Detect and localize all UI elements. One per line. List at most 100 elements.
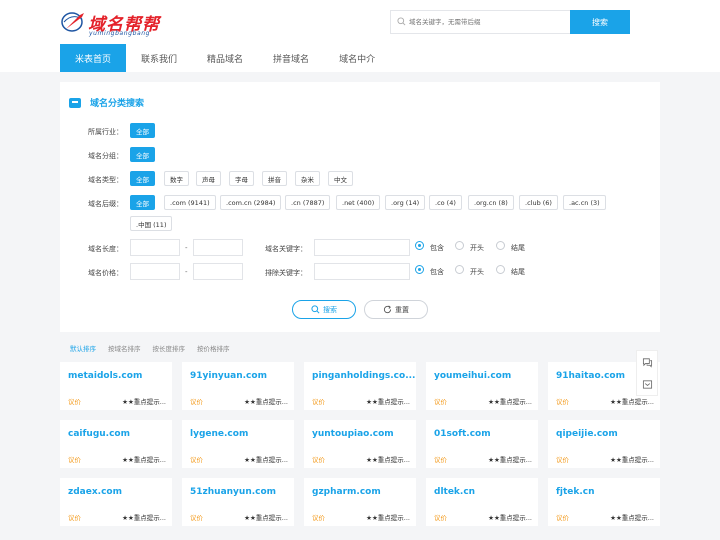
card-domain[interactable]: 01soft.com xyxy=(434,429,538,439)
radio-label: 包含 xyxy=(430,268,444,276)
sort-default[interactable]: 默认排序 xyxy=(70,343,96,353)
filter-reset-button[interactable]: 重置 xyxy=(364,300,428,319)
card-price: 议价 xyxy=(434,398,447,406)
card-note: ★★重点提示... xyxy=(122,456,166,464)
card-domain[interactable]: yuntoupiao.com xyxy=(312,429,416,439)
main-nav: 米表首页 联系我们 精品域名 拼音域名 域名中介 xyxy=(60,44,390,72)
card-price: 议价 xyxy=(556,456,569,464)
industry-all-chip[interactable]: 全部 xyxy=(130,123,155,138)
type-chip[interactable]: 字母 xyxy=(229,171,254,186)
suffix-chip[interactable]: 全部 xyxy=(130,195,155,210)
suffix-chip[interactable]: .co (4) xyxy=(429,195,462,210)
type-chip[interactable]: 声母 xyxy=(196,171,221,186)
search-input[interactable] xyxy=(409,12,567,32)
card-domain[interactable]: metaidols.com xyxy=(68,371,172,381)
chat-icon[interactable] xyxy=(642,357,653,368)
suffix-label: 域名后缀： xyxy=(88,200,123,208)
suffix-chip[interactable]: .net (400) xyxy=(336,195,381,210)
exclude-contains-radio[interactable] xyxy=(415,265,424,274)
search-button[interactable]: 搜索 xyxy=(570,10,630,34)
group-label: 域名分组： xyxy=(88,152,123,160)
search-icon xyxy=(397,17,406,26)
length-min-input[interactable] xyxy=(130,239,180,256)
card-domain[interactable]: dltek.cn xyxy=(434,487,538,497)
domain-card[interactable]: zdaex.com 议价 ★★重点提示... xyxy=(60,478,172,526)
card-price: 议价 xyxy=(312,456,325,464)
radio-label: 包含 xyxy=(430,244,444,252)
suffix-chip[interactable]: .com (9141) xyxy=(164,195,216,210)
suffix-chip[interactable]: .com.cn (2984) xyxy=(220,195,282,210)
domain-card[interactable]: metaidols.com 议价 ★★重点提示... xyxy=(60,362,172,410)
card-domain[interactable]: 51zhuanyun.com xyxy=(190,487,294,497)
card-note: ★★重点提示... xyxy=(244,514,288,522)
type-chip[interactable]: 数字 xyxy=(164,171,189,186)
sort-by-domain[interactable]: 按域名排序 xyxy=(108,343,141,353)
suffix-chip[interactable]: .org (14) xyxy=(385,195,426,210)
nav-item-contact[interactable]: 联系我们 xyxy=(126,44,192,72)
keyword-contains-radio[interactable] xyxy=(415,241,424,250)
exclude-ends-radio[interactable] xyxy=(496,265,505,274)
type-label: 域名类型： xyxy=(88,176,123,184)
domain-card[interactable]: 91yinyuan.com 议价 ★★重点提示... xyxy=(182,362,294,410)
domain-card[interactable]: yuntoupiao.com 议价 ★★重点提示... xyxy=(304,420,416,468)
domain-card[interactable]: qipeijie.com 议价 ★★重点提示... xyxy=(548,420,660,468)
type-chip[interactable]: 拼音 xyxy=(262,171,287,186)
logo-subtitle: yumingbangbang xyxy=(89,30,151,37)
length-max-input[interactable] xyxy=(193,239,243,256)
card-price: 议价 xyxy=(190,456,203,464)
suffix-chip[interactable]: .org.cn (8) xyxy=(468,195,514,210)
card-domain[interactable]: gzpharm.com xyxy=(312,487,416,497)
domain-card[interactable]: caifugu.com 议价 ★★重点提示... xyxy=(60,420,172,468)
price-max-input[interactable] xyxy=(193,263,243,280)
type-chip[interactable]: 全部 xyxy=(130,171,155,186)
sort-by-price[interactable]: 按价格排序 xyxy=(197,343,230,353)
exclude-starts-radio[interactable] xyxy=(455,265,464,274)
keyword-ends-radio[interactable] xyxy=(496,241,505,250)
nav-item-premium[interactable]: 精品域名 xyxy=(192,44,258,72)
group-all-chip[interactable]: 全部 xyxy=(130,147,155,162)
refresh-icon xyxy=(383,305,392,314)
price-min-input[interactable] xyxy=(130,263,180,280)
domain-card[interactable]: 01soft.com 议价 ★★重点提示... xyxy=(426,420,538,468)
card-domain[interactable]: qipeijie.com xyxy=(556,429,660,439)
card-price: 议价 xyxy=(312,398,325,406)
domain-card[interactable]: fjtek.cn 议价 ★★重点提示... xyxy=(548,478,660,526)
card-domain[interactable]: pinganholdings.co... xyxy=(312,371,416,381)
filter-search-label: 搜索 xyxy=(323,305,337,314)
card-domain[interactable]: 91yinyuan.com xyxy=(190,371,294,381)
nav-item-home[interactable]: 米表首页 xyxy=(60,44,127,72)
suffix-chip[interactable]: .cn (7887) xyxy=(285,195,331,210)
card-domain[interactable]: caifugu.com xyxy=(68,429,172,439)
nav-item-pinyin[interactable]: 拼音域名 xyxy=(258,44,324,72)
message-icon[interactable] xyxy=(642,379,653,390)
keyword-input[interactable] xyxy=(314,239,410,256)
sort-by-length[interactable]: 按长度排序 xyxy=(153,343,186,353)
type-chip[interactable]: 杂米 xyxy=(295,171,320,186)
suffix-chip[interactable]: .ac.cn (3) xyxy=(563,195,606,210)
domain-card[interactable]: lygene.com 议价 ★★重点提示... xyxy=(182,420,294,468)
card-note: ★★重点提示... xyxy=(610,514,654,522)
suffix-chip[interactable]: .中国 (11) xyxy=(130,216,173,231)
card-price: 议价 xyxy=(556,398,569,406)
radio-label: 结尾 xyxy=(511,268,525,276)
nav-item-broker[interactable]: 域名中介 xyxy=(324,44,390,72)
domain-card[interactable]: youmeihui.com 议价 ★★重点提示... xyxy=(426,362,538,410)
radio-label: 开头 xyxy=(470,244,484,252)
card-note: ★★重点提示... xyxy=(244,456,288,464)
domain-card[interactable]: dltek.cn 议价 ★★重点提示... xyxy=(426,478,538,526)
domain-card[interactable]: pinganholdings.co... 议价 ★★重点提示... xyxy=(304,362,416,410)
type-chip[interactable]: 中文 xyxy=(328,171,353,186)
domain-card[interactable]: gzpharm.com 议价 ★★重点提示... xyxy=(304,478,416,526)
card-price: 议价 xyxy=(68,398,81,406)
suffix-chip[interactable]: .club (6) xyxy=(519,195,558,210)
category-icon xyxy=(69,97,81,108)
keyword-starts-radio[interactable] xyxy=(455,241,464,250)
card-domain[interactable]: youmeihui.com xyxy=(434,371,538,381)
filter-search-button[interactable]: 搜索 xyxy=(292,300,356,319)
domain-card[interactable]: 51zhuanyun.com 议价 ★★重点提示... xyxy=(182,478,294,526)
card-domain[interactable]: zdaex.com xyxy=(68,487,172,497)
card-note: ★★重点提示... xyxy=(366,398,410,406)
exclude-input[interactable] xyxy=(314,263,410,280)
card-domain[interactable]: lygene.com xyxy=(190,429,294,439)
card-domain[interactable]: fjtek.cn xyxy=(556,487,660,497)
